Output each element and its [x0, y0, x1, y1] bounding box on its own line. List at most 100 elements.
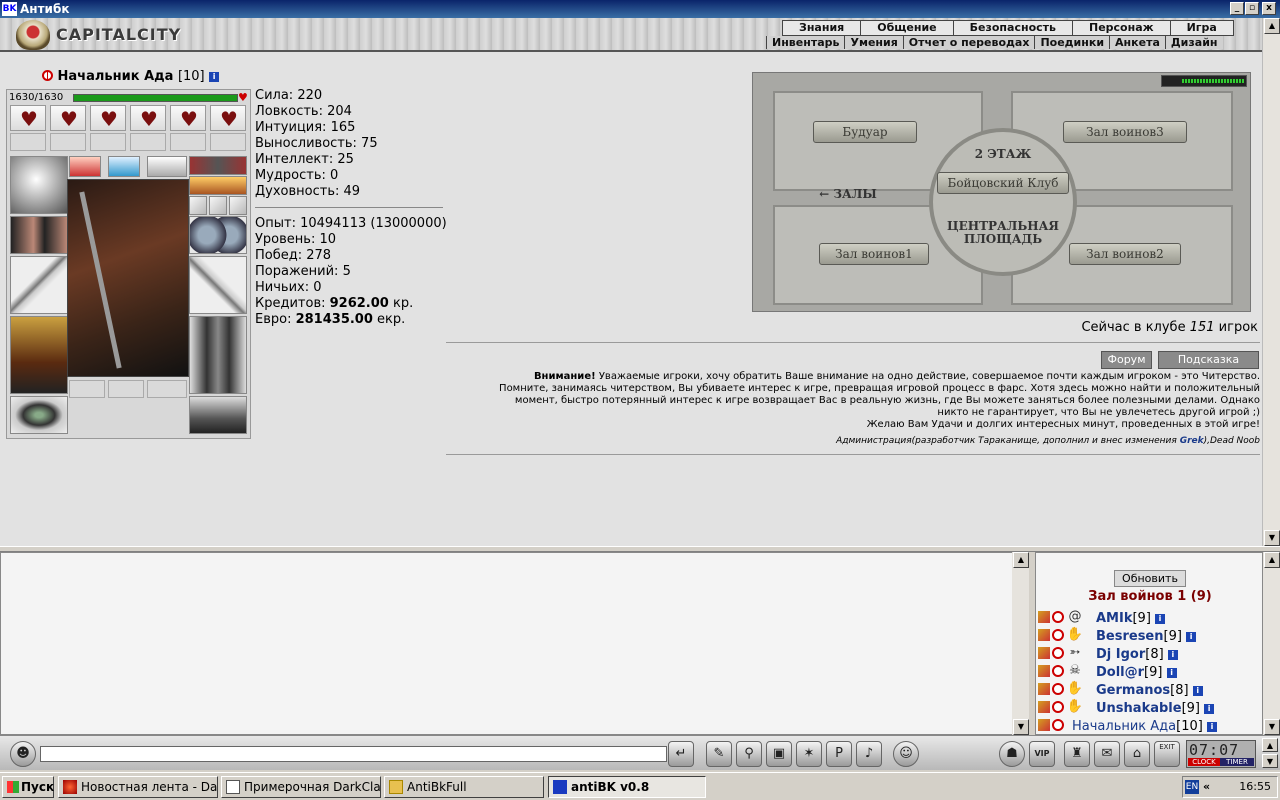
user-row[interactable]: ✋ Unshakable[9] i [1038, 700, 1215, 718]
menu-security[interactable]: Безопасность [954, 21, 1073, 35]
vip-icon[interactable]: VIP [1029, 741, 1055, 767]
chat-log[interactable] [0, 552, 1029, 735]
scroll-up-icon[interactable]: ▲ [1262, 738, 1278, 752]
head-icon[interactable]: ☗ [999, 741, 1025, 767]
hint-button[interactable]: Подсказка [1158, 351, 1259, 369]
rune-slot-heart[interactable] [90, 105, 126, 131]
scroll-down-icon[interactable]: ▼ [1264, 530, 1280, 546]
timer-label[interactable]: TIMER [1220, 758, 1254, 766]
map-fight-club[interactable]: Бойцовский Клуб [937, 172, 1069, 194]
task-fitting[interactable]: Примерочная DarkClan ... [221, 776, 381, 798]
belt-item[interactable] [10, 396, 68, 434]
boots-item[interactable] [189, 396, 247, 434]
info-icon[interactable]: i [1206, 722, 1217, 732]
eraser-icon[interactable]: ✎ [706, 741, 732, 767]
refresh-button[interactable]: Обновить [1114, 570, 1186, 587]
scroll-up-icon[interactable]: ▲ [1013, 552, 1029, 568]
rune-slot-heart[interactable] [10, 105, 46, 131]
scroll-up-icon[interactable]: ▲ [1264, 18, 1280, 34]
map-hall1[interactable]: Зал воинов1 [819, 243, 929, 265]
menu-communication[interactable]: Общение [861, 21, 954, 35]
amulet-slot-2[interactable] [108, 156, 140, 177]
chat-mode-icon[interactable]: ☻ [10, 741, 36, 767]
user-row[interactable]: ➳ Dj Igor[8] i [1038, 646, 1178, 664]
user-row[interactable]: Начальник Ада[10] i [1038, 718, 1217, 736]
exit-icon[interactable]: EXIT [1154, 741, 1180, 767]
sword-left-item[interactable] [10, 256, 68, 314]
language-indicator[interactable]: EN [1185, 780, 1199, 794]
menu-knowledge[interactable]: Знания [783, 21, 862, 35]
info-icon[interactable]: i [209, 72, 220, 82]
info-icon[interactable]: i [1155, 614, 1166, 624]
send-icon[interactable]: ↵ [668, 741, 694, 767]
submenu-inventory[interactable]: Инвентарь [766, 36, 844, 49]
map-central-square[interactable]: ЦЕНТРАЛЬНАЯ ПЛОЩАДЬ [941, 220, 1065, 246]
character-name[interactable]: Начальник Ада [10] i [42, 69, 220, 84]
task-news[interactable]: Новостная лента - Dark... [58, 776, 218, 798]
amulet-slot-1[interactable] [69, 156, 101, 177]
info-icon[interactable]: i [1167, 650, 1178, 660]
scroll-down-icon[interactable]: ▼ [1013, 719, 1029, 735]
earrings-item[interactable] [189, 156, 247, 175]
maximize-button[interactable]: ▫ [1245, 2, 1259, 15]
armor-item[interactable] [10, 316, 68, 394]
main-scrollbar[interactable]: ▲ ▼ [1262, 18, 1280, 546]
submenu-transfers[interactable]: Отчет о переводах [902, 36, 1035, 49]
user-row[interactable]: @ AMIk[9] i [1038, 610, 1166, 628]
tray-clock[interactable]: 16:55 [1239, 777, 1271, 797]
bag-icon[interactable]: ♜ [1064, 741, 1090, 767]
amulet-slot-3[interactable] [147, 156, 187, 177]
menu-character[interactable]: Персонаж [1073, 21, 1171, 35]
scroll-up-icon[interactable]: ▲ [1264, 552, 1280, 568]
forum-button[interactable]: Форум [1101, 351, 1152, 369]
users-scrollbar[interactable]: ▲ ▼ [1263, 552, 1280, 735]
scroll-down-icon[interactable]: ▼ [1262, 754, 1278, 768]
map-halls-exit[interactable]: ← ЗАЛЫ [813, 187, 883, 201]
close-button[interactable]: x [1262, 2, 1276, 15]
chevron-icon[interactable]: « [1203, 777, 1210, 797]
necklace-item[interactable] [189, 176, 247, 195]
info-icon[interactable]: i [1192, 686, 1203, 696]
smiley-icon[interactable]: ☺ [893, 741, 919, 767]
submenu-fights[interactable]: Поединки [1034, 36, 1109, 49]
user-row[interactable]: ☠ Doll@r[9] i [1038, 664, 1177, 682]
user-row[interactable]: ✋ Germanos[8] i [1038, 682, 1203, 700]
clock-label[interactable]: CLOCK [1188, 758, 1220, 766]
ring-3-item[interactable] [229, 196, 247, 215]
map-hall3[interactable]: Зал воинов3 [1063, 121, 1187, 143]
map-boudoir[interactable]: Будуар [813, 121, 917, 143]
rune-slot-heart[interactable] [170, 105, 206, 131]
task-antibk[interactable]: antiBK v0.8 [548, 776, 706, 798]
minimize-button[interactable]: _ [1230, 2, 1244, 15]
gloves-item[interactable] [189, 216, 247, 254]
rune-slot-heart[interactable] [210, 105, 246, 131]
filter-icon[interactable]: ⚲ [736, 741, 762, 767]
submenu-design[interactable]: Дизайн [1164, 36, 1223, 49]
leggings-item[interactable] [189, 316, 247, 394]
chat-input[interactable] [40, 746, 667, 762]
fight-icon[interactable]: ✶ [796, 741, 822, 767]
rune-slot-heart[interactable] [130, 105, 166, 131]
submenu-skills[interactable]: Умения [844, 36, 902, 49]
start-button[interactable]: Пуск [2, 776, 54, 798]
bracers-item[interactable] [10, 216, 68, 254]
ring-1-item[interactable] [189, 196, 207, 215]
chat-scrollbar[interactable]: ▲ ▼ [1012, 552, 1029, 735]
scroll-down-icon[interactable]: ▼ [1264, 719, 1280, 735]
menu-game[interactable]: Игра [1171, 21, 1233, 35]
sword-right-item[interactable] [189, 256, 247, 314]
user-row[interactable]: ✋ Besresen[9] i [1038, 628, 1197, 646]
info-icon[interactable]: i [1166, 668, 1177, 678]
map-hall2[interactable]: Зал воинов2 [1069, 243, 1181, 265]
task-antibkfull[interactable]: AntiBkFull [384, 776, 544, 798]
scroll-icon[interactable]: ✉ [1094, 741, 1120, 767]
rune-slot-heart[interactable] [50, 105, 86, 131]
info-icon[interactable]: i [1186, 632, 1197, 642]
info-icon[interactable]: i [1204, 704, 1215, 714]
sound-icon[interactable]: ♪ [856, 741, 882, 767]
helmet-item[interactable] [10, 156, 68, 214]
save-icon[interactable]: ▣ [766, 741, 792, 767]
house-icon[interactable]: ⌂ [1124, 741, 1150, 767]
ring-2-item[interactable] [209, 196, 227, 215]
submenu-profile[interactable]: Анкета [1109, 36, 1165, 49]
